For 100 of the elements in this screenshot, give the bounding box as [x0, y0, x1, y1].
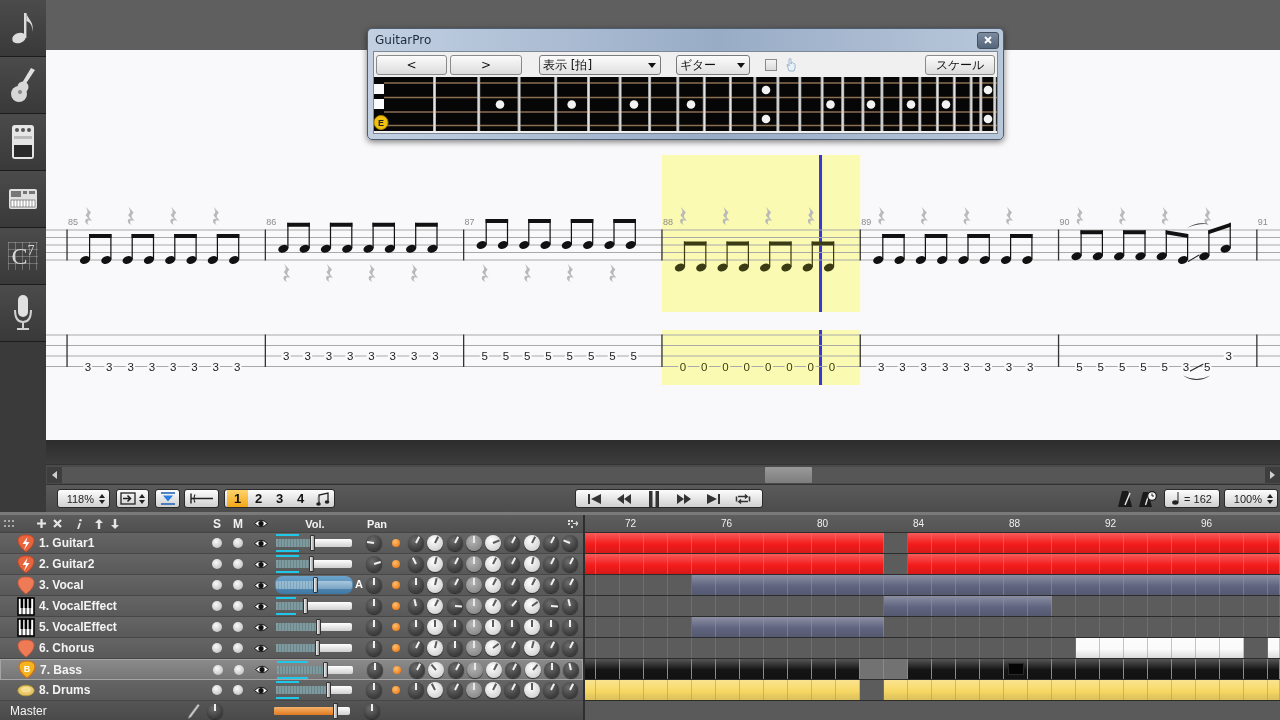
knob[interactable]	[446, 682, 463, 698]
knob[interactable]	[446, 640, 463, 656]
knob[interactable]	[465, 577, 482, 593]
knob[interactable]	[524, 661, 541, 678]
scroll-right-button[interactable]	[1265, 466, 1280, 483]
knob[interactable]	[485, 619, 501, 635]
volume-slider[interactable]	[273, 701, 351, 720]
knob[interactable]	[523, 682, 540, 698]
knob[interactable]	[562, 619, 578, 635]
mute-toggle[interactable]	[233, 622, 243, 632]
slider-thumb[interactable]	[322, 661, 328, 678]
eye-icon[interactable]	[255, 665, 269, 674]
eye-icon[interactable]	[254, 538, 268, 548]
volume-slider[interactable]	[275, 618, 353, 636]
knob[interactable]	[542, 577, 559, 593]
solo-toggle[interactable]	[212, 622, 222, 632]
pan-knob[interactable]	[366, 619, 382, 635]
slider-thumb[interactable]	[333, 702, 339, 719]
horizontal-scrollbar[interactable]	[46, 464, 1280, 484]
knob[interactable]	[447, 661, 464, 678]
metronome-icon[interactable]	[1117, 489, 1133, 508]
volume-slider[interactable]	[275, 576, 353, 594]
track-row[interactable]: 5. VocalEffect	[0, 617, 583, 638]
mute-toggle[interactable]	[233, 559, 243, 569]
pan-knob[interactable]	[366, 682, 382, 698]
knob[interactable]	[446, 619, 463, 635]
knob[interactable]	[523, 619, 540, 635]
next-button[interactable]: >	[450, 55, 522, 75]
knob[interactable]	[562, 598, 578, 614]
slider-thumb[interactable]	[310, 535, 316, 551]
slider-thumb[interactable]	[315, 619, 321, 635]
knob[interactable]	[504, 682, 521, 698]
pan-knob[interactable]	[366, 598, 382, 614]
knob[interactable]	[427, 619, 444, 635]
knob[interactable]	[408, 556, 424, 572]
knob[interactable]	[542, 556, 559, 572]
solo-toggle[interactable]	[212, 685, 222, 695]
knob[interactable]	[446, 577, 463, 593]
track-row[interactable]: 4. VocalEffect	[0, 596, 583, 617]
knob[interactable]	[562, 556, 578, 572]
knob[interactable]	[408, 619, 424, 635]
knob[interactable]	[562, 577, 578, 593]
knob[interactable]	[542, 598, 559, 614]
track-row[interactable]: 3. Vocal A	[0, 575, 583, 596]
knob[interactable]	[408, 535, 424, 551]
knob[interactable]	[504, 577, 521, 593]
pan-knob[interactable]	[366, 535, 382, 551]
speed-select[interactable]: 100%	[1224, 489, 1278, 508]
knob[interactable]	[542, 640, 559, 656]
knob[interactable]	[446, 556, 463, 572]
scrollbar-thumb[interactable]	[765, 466, 812, 483]
knob[interactable]	[427, 535, 444, 551]
knob[interactable]	[408, 640, 424, 656]
voice-button[interactable]: 4	[290, 490, 311, 507]
knob[interactable]	[504, 598, 521, 614]
knob[interactable]	[409, 661, 425, 678]
close-button[interactable]	[977, 31, 999, 49]
volume-slider[interactable]	[276, 660, 354, 679]
volume-slider[interactable]	[275, 555, 353, 573]
eye-icon[interactable]	[254, 580, 268, 590]
knob[interactable]	[523, 577, 540, 593]
solo-toggle[interactable]	[212, 559, 222, 569]
voice-button[interactable]: 1	[227, 490, 248, 507]
grip-icon[interactable]	[4, 520, 14, 527]
note-icon[interactable]	[316, 491, 330, 506]
knob[interactable]	[523, 535, 540, 551]
knob[interactable]	[427, 640, 444, 656]
checkbox[interactable]	[765, 59, 777, 71]
expand-icon[interactable]	[568, 519, 578, 528]
collapse-button[interactable]	[155, 489, 180, 508]
mute-toggle[interactable]	[233, 601, 243, 611]
voice-button[interactable]: 3	[269, 490, 290, 507]
view-select[interactable]: 表示 [拍]	[539, 55, 661, 75]
knob[interactable]	[563, 661, 579, 678]
knob[interactable]	[505, 661, 522, 678]
knob[interactable]	[428, 661, 445, 678]
knob[interactable]	[485, 556, 501, 572]
add-icon[interactable]	[37, 519, 46, 528]
knob[interactable]	[427, 577, 444, 593]
tool-button[interactable]	[0, 0, 46, 57]
tool-button[interactable]	[0, 114, 46, 171]
knob[interactable]	[485, 682, 501, 698]
mute-toggle[interactable]	[233, 685, 243, 695]
knob[interactable]	[427, 682, 444, 698]
line-button[interactable]	[184, 489, 219, 508]
knob[interactable]	[466, 661, 483, 678]
eye-icon[interactable]	[254, 643, 268, 653]
solo-toggle[interactable]	[213, 664, 223, 675]
mute-toggle[interactable]	[233, 538, 243, 548]
pan-knob[interactable]	[366, 556, 382, 572]
knob[interactable]	[504, 556, 521, 572]
arrow-down-icon[interactable]	[111, 518, 119, 529]
knob[interactable]	[446, 535, 463, 551]
knob[interactable]	[543, 661, 560, 678]
eye-icon[interactable]	[254, 601, 268, 611]
solo-toggle[interactable]	[212, 538, 222, 548]
knob[interactable]	[523, 598, 540, 614]
metronome-clock-icon[interactable]	[1139, 489, 1157, 508]
layout-select[interactable]	[116, 489, 149, 508]
slider-thumb[interactable]	[325, 682, 331, 698]
